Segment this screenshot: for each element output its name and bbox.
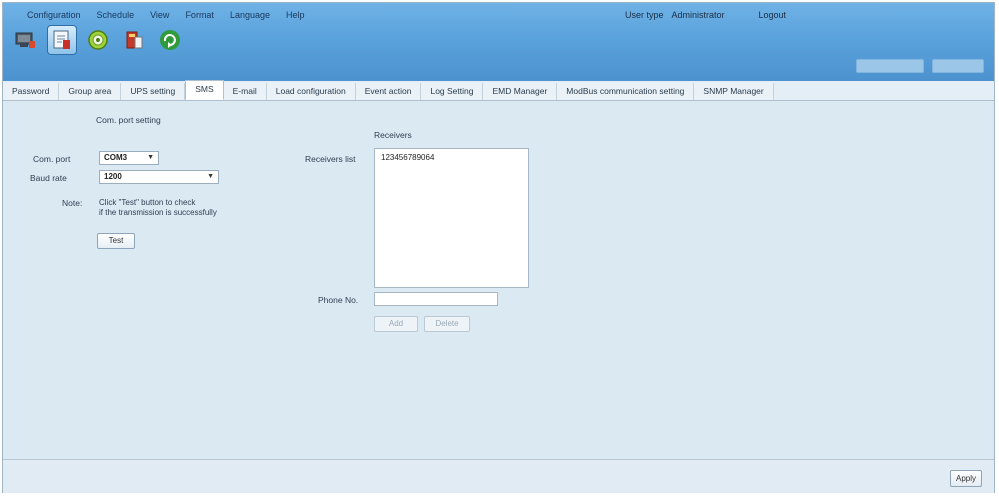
- monitor-icon: [15, 32, 35, 48]
- tab-password[interactable]: Password: [3, 83, 60, 100]
- menu-view[interactable]: View: [144, 8, 179, 22]
- tab-load-configuration[interactable]: Load configuration: [266, 83, 356, 100]
- logout-link[interactable]: Logout: [759, 8, 787, 22]
- menu-configuration[interactable]: Configuration: [21, 8, 91, 22]
- user-type-value: Administrator: [671, 10, 725, 20]
- tab-modbus-communication-setting[interactable]: ModBus communication setting: [557, 83, 695, 100]
- receivers-heading: Receivers: [374, 130, 412, 140]
- user-info: User type Administrator Logout: [625, 8, 786, 22]
- tab-group-area[interactable]: Group area: [59, 83, 122, 100]
- tab-event-action[interactable]: Event action: [355, 83, 422, 100]
- menu-format[interactable]: Format: [179, 8, 224, 22]
- com-port-value: COM3: [104, 153, 128, 162]
- footer-bar: Apply: [3, 459, 994, 493]
- chevron-down-icon: ▼: [207, 173, 214, 180]
- tab-emd-manager[interactable]: EMD Manager: [483, 83, 558, 100]
- header-bar: Configuration Schedule View Format Langu…: [3, 3, 994, 81]
- baud-rate-value: 1200: [104, 172, 122, 181]
- ups-button[interactable]: [119, 25, 149, 55]
- schedule-icon: [88, 30, 108, 50]
- com-port-setting-heading: Com. port setting: [96, 115, 161, 125]
- baud-rate-label: Baud rate: [30, 173, 67, 183]
- tab-log-setting[interactable]: Log Setting: [421, 83, 484, 100]
- tab-email[interactable]: E-mail: [223, 83, 267, 100]
- note-line-1: Click "Test" button to check: [99, 198, 196, 207]
- note-line-2: if the transmission is successfully: [99, 208, 217, 217]
- menu-schedule[interactable]: Schedule: [91, 8, 145, 22]
- user-type-label: User type: [625, 10, 664, 20]
- ups-icon: [126, 31, 143, 49]
- tab-snmp-manager[interactable]: SNMP Manager: [694, 83, 774, 100]
- header-button-1[interactable]: [856, 59, 924, 73]
- receivers-list-label: Receivers list: [305, 154, 356, 164]
- header-right-buttons: [856, 59, 984, 73]
- refresh-button[interactable]: [155, 25, 185, 55]
- menu-language[interactable]: Language: [224, 8, 280, 22]
- configuration-icon: [53, 30, 70, 49]
- com-port-label: Com. port: [33, 154, 71, 164]
- app-window: Configuration Schedule View Format Langu…: [2, 2, 995, 493]
- menu-help[interactable]: Help: [280, 8, 315, 22]
- schedule-button[interactable]: [83, 25, 113, 55]
- note-label: Note:: [62, 198, 83, 208]
- refresh-icon: [160, 30, 180, 50]
- delete-button[interactable]: Delete: [424, 316, 470, 332]
- tab-ups-setting[interactable]: UPS setting: [121, 83, 186, 100]
- receivers-list[interactable]: 123456789064: [374, 148, 529, 288]
- baud-rate-select[interactable]: 1200 ▼: [99, 170, 219, 184]
- tab-sms[interactable]: SMS: [185, 80, 224, 100]
- com-port-select[interactable]: COM3 ▼: [99, 151, 159, 165]
- header-button-2[interactable]: [932, 59, 984, 73]
- sms-settings-panel: Com. port setting Com. port COM3 ▼ Baud …: [3, 101, 994, 457]
- phone-number-label: Phone No.: [318, 295, 359, 305]
- add-button[interactable]: Add: [374, 316, 418, 332]
- tab-bar: Password Group area UPS setting SMS E-ma…: [3, 80, 994, 101]
- configuration-button[interactable]: [47, 25, 77, 55]
- phone-number-input[interactable]: [374, 292, 498, 306]
- monitor-button[interactable]: [11, 25, 41, 55]
- toolbar: [11, 25, 185, 55]
- apply-button[interactable]: Apply: [950, 470, 982, 487]
- menu-bar: Configuration Schedule View Format Langu…: [21, 8, 315, 22]
- receiver-entry[interactable]: 123456789064: [375, 149, 528, 162]
- test-button[interactable]: Test: [97, 233, 135, 249]
- chevron-down-icon: ▼: [147, 154, 154, 161]
- note-text: Click "Test" button to check if the tran…: [99, 198, 217, 218]
